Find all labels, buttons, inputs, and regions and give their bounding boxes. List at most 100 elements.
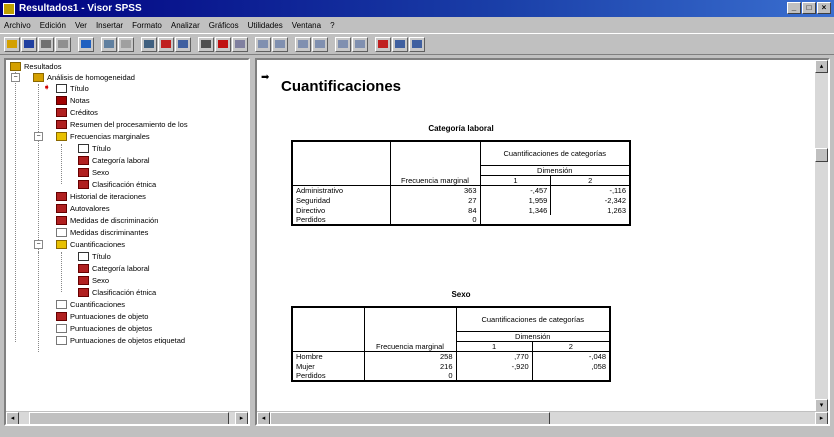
menu-analizar[interactable]: Analizar [171, 21, 200, 30]
output-pane[interactable]: ➡ Cuantificaciones Categoría laboral Fre… [255, 58, 830, 426]
quant-header: Cuantificaciones de categorías [455, 306, 611, 332]
menu-insertar[interactable]: Insertar [96, 21, 123, 30]
use-sets-icon[interactable] [335, 36, 351, 52]
outline-pane[interactable]: Resultados − Análisis de homogeneidad ➧ … [4, 58, 250, 426]
tree-item-resumen[interactable]: Resumen del procesamiento de los [56, 119, 188, 130]
value-labels-icon[interactable] [312, 36, 328, 52]
window-title: Resultados1 - Visor SPSS [19, 3, 142, 14]
tree-item-cuant-titulo[interactable]: Título [78, 251, 111, 262]
toolbar [0, 33, 834, 55]
tree-item-titulo[interactable]: Título [56, 83, 89, 94]
menu-utilidades[interactable]: Utilidades [248, 21, 283, 30]
weight-cases-icon[interactable] [272, 36, 288, 52]
table-icon [78, 288, 89, 297]
chart-icon [56, 300, 67, 309]
tree-item-cuant-clasificacion[interactable]: Clasificación étnica [78, 287, 156, 298]
tree-item-medidas-discriminantes[interactable]: Medidas discriminantes [56, 227, 148, 238]
tree-item-cuantificaciones[interactable]: Cuantificaciones [56, 239, 125, 250]
output-vertical-scrollbar[interactable]: ▴ ▾ [815, 60, 828, 412]
freq-header: Frecuencia marginal [389, 140, 481, 186]
scrollbar-thumb[interactable] [270, 412, 550, 424]
tree-root[interactable]: Resultados [10, 61, 62, 72]
find-icon[interactable] [198, 36, 214, 52]
undo-icon[interactable] [118, 36, 134, 52]
menu-ayuda[interactable]: ? [330, 21, 334, 30]
tree-item-frec-clasificacion[interactable]: Clasificación étnica [78, 179, 156, 190]
goto-data-icon[interactable] [158, 36, 174, 52]
tree-item-cuant-sexo[interactable]: Sexo [78, 275, 109, 286]
tree-item-frec-categoria[interactable]: Categoría laboral [78, 155, 150, 166]
scrollbar-thumb[interactable] [815, 148, 828, 162]
scroll-right-icon[interactable]: ▸ [815, 412, 828, 424]
split-file-icon[interactable] [255, 36, 271, 52]
scroll-right-icon[interactable]: ▸ [235, 412, 248, 424]
tree-item-puntuaciones-etiquetados[interactable]: Puntuaciones de objetos etiquetad [56, 335, 185, 346]
corner-cell [291, 306, 365, 352]
menu-archivo[interactable]: Archivo [4, 21, 31, 30]
maximize-button[interactable]: □ [802, 2, 816, 14]
row-label: Perdidos [291, 215, 391, 226]
tree-item-creditos[interactable]: Créditos [56, 107, 98, 118]
table-icon [56, 312, 67, 321]
select-cases-icon[interactable] [295, 36, 311, 52]
outline-horizontal-scrollbar[interactable]: ◂ ▸ [6, 411, 248, 424]
row-label: Perdidos [291, 371, 365, 382]
collapse-icon[interactable]: − [34, 132, 43, 141]
dim2-cell: ,058 [531, 361, 611, 371]
title-bar: Resultados1 - Visor SPSS _ □ × [0, 0, 834, 17]
dim2-header: 2 [550, 174, 631, 186]
tree-item-frec-sexo[interactable]: Sexo [78, 167, 109, 178]
dim2-cell: 1,263 [550, 205, 631, 215]
dim1-header: 1 [479, 174, 552, 186]
menu-ver[interactable]: Ver [75, 21, 87, 30]
print-preview-icon[interactable] [55, 36, 71, 52]
tree-item-puntuaciones-objetos[interactable]: Puntuaciones de objetos [56, 323, 152, 334]
open-icon[interactable] [4, 36, 20, 52]
pivot-table-sexo[interactable]: Frecuencia marginal Cuantificaciones de … [291, 306, 611, 382]
menu-edicion[interactable]: Edición [40, 21, 66, 30]
minimize-button[interactable]: _ [787, 2, 801, 14]
tree-item-autovalores[interactable]: Autovalores [56, 203, 110, 214]
scrollbar-thumb[interactable] [29, 412, 229, 424]
scroll-left-icon[interactable]: ◂ [6, 412, 19, 424]
row-label: Administrativo [291, 184, 391, 195]
dim2-cell: -,048 [531, 350, 611, 361]
spss-app-icon[interactable] [3, 2, 15, 15]
scroll-left-icon[interactable]: ◂ [257, 412, 270, 424]
insert-case-icon[interactable] [215, 36, 231, 52]
tree-item-frecuencias[interactable]: Frecuencias marginales [56, 131, 150, 142]
notes-icon [56, 96, 67, 105]
tree-item-medidas-discriminacion[interactable]: Medidas de discriminación [56, 215, 158, 226]
output-horizontal-scrollbar[interactable]: ◂ ▸ [257, 411, 828, 424]
variables-icon[interactable] [175, 36, 191, 52]
tree-item-cuant-categoria[interactable]: Categoría laboral [78, 263, 150, 274]
menu-graficos[interactable]: Gráficos [209, 21, 239, 30]
tree-item-puntuaciones-objeto[interactable]: Puntuaciones de objeto [56, 311, 148, 322]
dim1-cell [479, 215, 551, 226]
collapse-icon[interactable]: − [34, 240, 43, 249]
save-icon[interactable] [21, 36, 37, 52]
help-icon[interactable] [392, 36, 408, 52]
tree-item-notas[interactable]: Notas [56, 95, 90, 106]
print-icon[interactable] [38, 36, 54, 52]
dim1-header: 1 [455, 340, 533, 352]
dim1-cell: -,457 [479, 184, 552, 195]
pivot-table-categoria[interactable]: Frecuencia marginal Cuantificaciones de … [291, 140, 631, 226]
freq-cell: 363 [389, 184, 481, 195]
scroll-up-icon[interactable]: ▴ [815, 60, 828, 73]
collapse-icon[interactable]: − [11, 73, 20, 82]
designate-window-icon[interactable] [375, 36, 391, 52]
show-all-icon[interactable] [352, 36, 368, 52]
tree-item-cuantificaciones-chart[interactable]: Cuantificaciones [56, 299, 125, 310]
menu-formato[interactable]: Formato [132, 21, 162, 30]
dialog-recall-icon[interactable] [101, 36, 117, 52]
goto-chart-icon[interactable] [141, 36, 157, 52]
tree-item-frec-titulo[interactable]: Título [78, 143, 111, 154]
insert-variable-icon[interactable] [232, 36, 248, 52]
pivot-icon[interactable] [409, 36, 425, 52]
tree-item-historial[interactable]: Historial de iteraciones [56, 191, 146, 202]
menu-ventana[interactable]: Ventana [292, 21, 321, 30]
table2-title: Sexo [451, 290, 471, 299]
export-icon[interactable] [78, 36, 94, 52]
close-button[interactable]: × [817, 2, 831, 14]
